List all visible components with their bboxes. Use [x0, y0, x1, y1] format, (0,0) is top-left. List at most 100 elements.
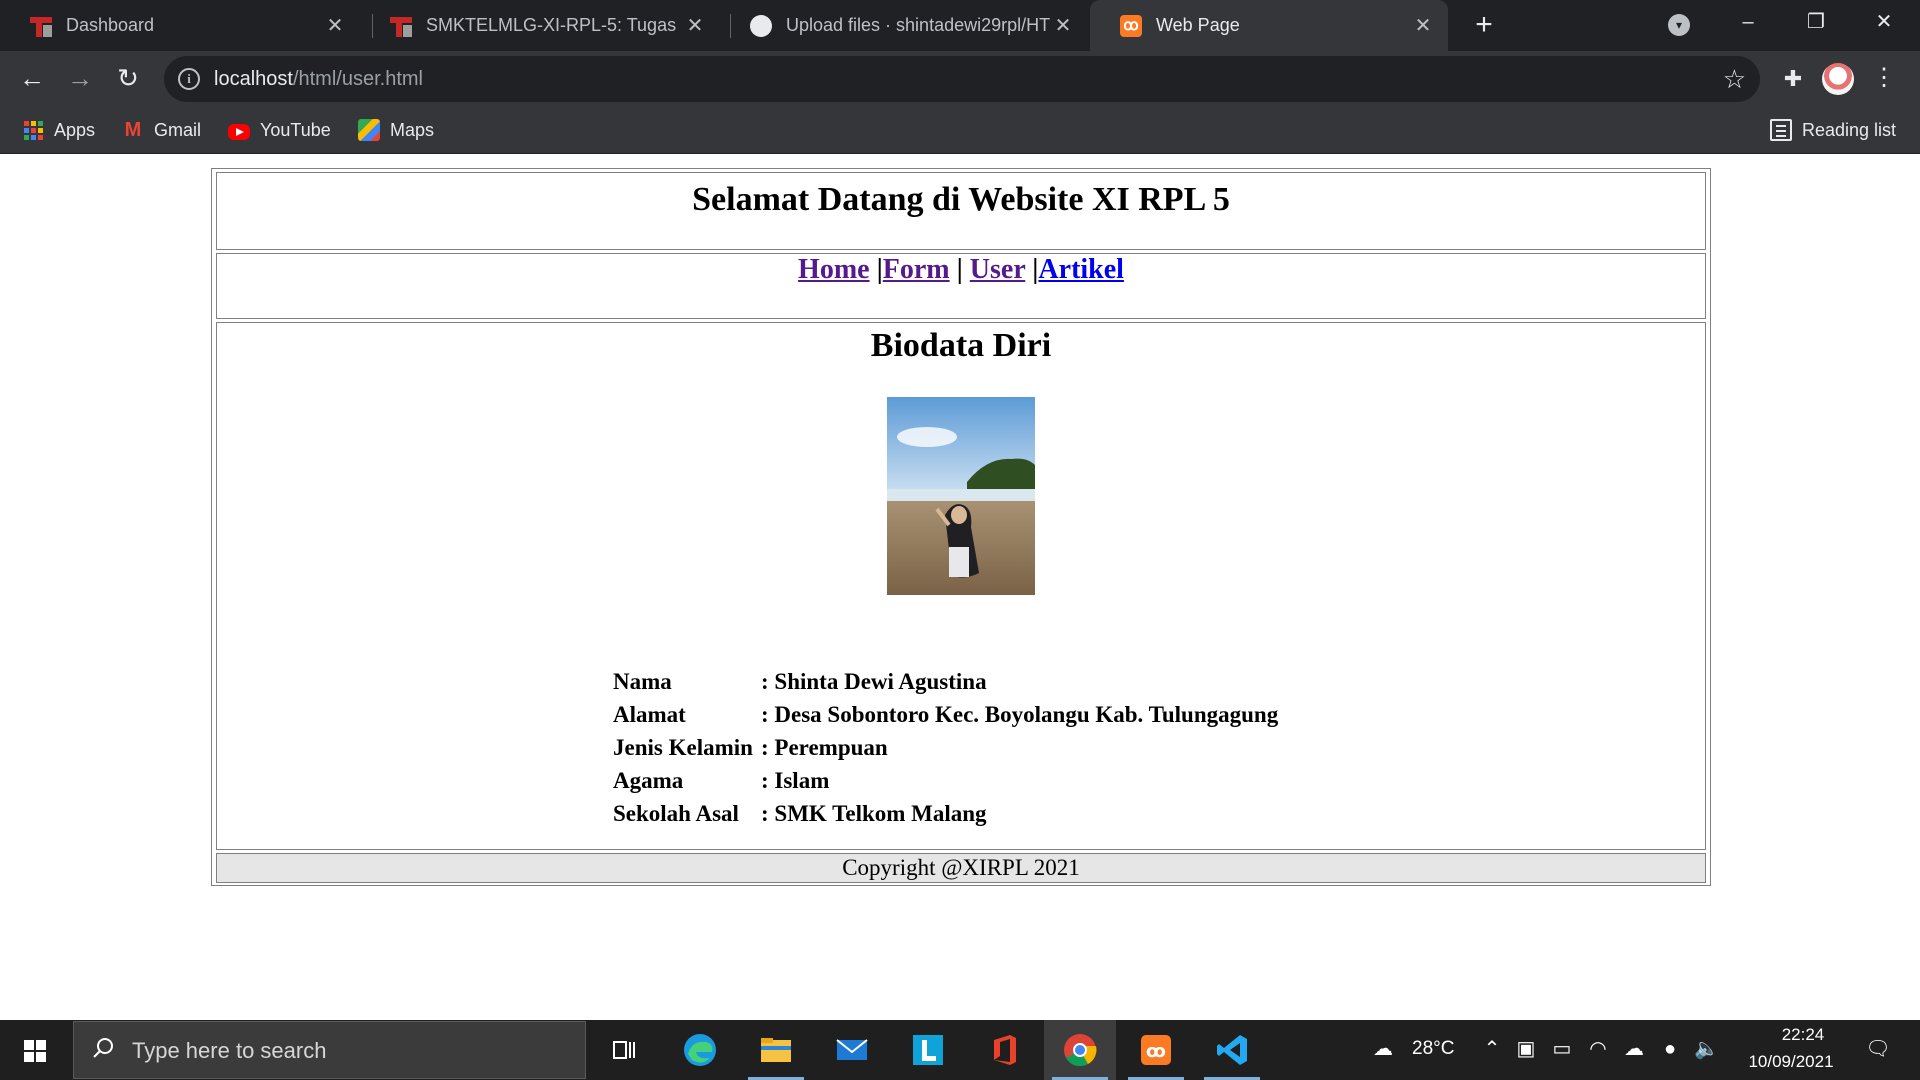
close-tab-icon[interactable]: ✕ [682, 13, 708, 38]
nav-separator: | [956, 254, 963, 285]
taskbar-file-explorer[interactable] [740, 1020, 812, 1080]
bookmark-label: Apps [54, 119, 96, 140]
bookmark-gmail[interactable]: M Gmail [122, 107, 201, 153]
web-page-viewport: Selamat Datang di Website XI RPL 5 Home … [0, 154, 1920, 1020]
section-title: Biodata Diri [870, 327, 1052, 364]
bookmark-maps[interactable]: Maps [358, 107, 434, 153]
taskbar-chrome[interactable] [1044, 1020, 1116, 1080]
url-text[interactable]: localhost/html/user.html [214, 56, 423, 102]
xampp-icon: ꝏ [1120, 14, 1142, 37]
back-arrow-icon[interactable]: ← [12, 59, 52, 99]
close-window-button[interactable]: ✕ [1854, 0, 1914, 44]
bookmark-label: Maps [390, 119, 435, 140]
bio-value: : Desa Sobontoro Kec. Boyolangu Kab. Tul… [761, 701, 1279, 727]
reload-icon[interactable]: ↻ [108, 59, 148, 99]
tab-search-icon[interactable]: ▾ [1668, 14, 1690, 36]
close-tab-icon[interactable]: ✕ [322, 13, 348, 38]
taskbar-xampp[interactable]: ꝏ [1120, 1020, 1192, 1080]
new-tab-button[interactable]: + [1466, 8, 1502, 44]
battery-icon[interactable]: ▭ [1550, 1036, 1574, 1062]
clock-date[interactable]: 10/09/2021 [1736, 1052, 1846, 1072]
tab-github-upload[interactable]: Upload files · shintadewi29rpl/HTML ✕ [720, 0, 1088, 51]
search-placeholder: Type here to search [132, 1038, 327, 1063]
file-explorer-icon [761, 1038, 791, 1062]
l-app-icon [913, 1035, 943, 1065]
task-view-icon [613, 1041, 635, 1059]
weather-cloud-icon[interactable]: ☁ [1366, 1036, 1400, 1062]
restore-button[interactable]: ❐ [1786, 0, 1846, 44]
gmail-icon: M [124, 119, 142, 141]
windows-logo-icon [24, 1040, 46, 1062]
windows-taskbar: Type here to search ꝏ ☁ 28°C ⌃ ▣ ▭ ◠ ☁ ●… [0, 1020, 1920, 1080]
bookmarks-bar: Apps M Gmail YouTube Maps Reading list [0, 107, 1920, 154]
taskbar-l-app[interactable] [892, 1020, 964, 1080]
notifications-icon[interactable]: 🗨 [1860, 1036, 1896, 1062]
mail-icon [836, 1039, 868, 1060]
volume-icon[interactable]: 🔈 [1694, 1036, 1719, 1062]
layout-table: Selamat Datang di Website XI RPL 5 Home … [211, 168, 1711, 886]
bio-row-sekolah-asal: Sekolah Asal : SMK Telkom Malang [613, 797, 1278, 830]
bio-row-alamat: Alamat : Desa Sobontoro Kec. Boyolangu K… [613, 698, 1278, 731]
bookmark-star-icon[interactable]: ☆ [1723, 64, 1746, 94]
taskbar-mail[interactable] [816, 1020, 888, 1080]
meet-now-icon[interactable]: ▣ [1514, 1036, 1538, 1062]
content-cell: Biodata Diri Nama: Shinta Dewi Agustina… [216, 322, 1706, 850]
nav-cell: Home |Form | User |Artikel [216, 253, 1706, 319]
bio-value: : Perempuan [761, 734, 888, 760]
clock-time[interactable]: 22:24 [1760, 1025, 1846, 1045]
close-tab-icon[interactable]: ✕ [1050, 13, 1076, 38]
footer-cell: Copyright @XIRPL 2021 [216, 853, 1706, 883]
address-bar[interactable]: i localhost/html/user.html ☆ [164, 56, 1760, 102]
nav-link-artikel[interactable]: Artikel [1038, 254, 1124, 285]
onedrive-warning-icon[interactable]: ☁ [1622, 1036, 1646, 1062]
tab-title: Upload files · shintadewi29rpl/HTML [786, 15, 1050, 35]
nav-link-home[interactable]: Home [798, 254, 870, 285]
tab-title: Dashboard [66, 15, 155, 35]
show-hidden-icons-chevron-icon[interactable]: ⌃ [1480, 1036, 1504, 1062]
edge-icon [684, 1034, 716, 1066]
reading-list-label: Reading list [1802, 119, 1897, 140]
bookmark-apps[interactable]: Apps [22, 107, 95, 153]
minimize-button[interactable]: – [1718, 0, 1778, 44]
taskbar-office[interactable] [968, 1020, 1040, 1080]
weather-temperature[interactable]: 28°C [1412, 1038, 1454, 1060]
bio-row-agama: Agama : Islam [613, 764, 1278, 797]
bio-value: : Islam [761, 767, 830, 793]
svg-text:ꝏ: ꝏ [1146, 1041, 1166, 1062]
wifi-icon[interactable]: ◠ [1586, 1036, 1610, 1062]
apps-grid-icon [22, 119, 44, 141]
start-button[interactable] [0, 1020, 72, 1080]
close-tab-icon[interactable]: ✕ [1410, 13, 1436, 38]
kebab-menu-icon[interactable]: ⋮ [1872, 61, 1896, 97]
taskbar-edge[interactable] [664, 1020, 736, 1080]
office-icon [994, 1035, 1016, 1065]
microphone-icon[interactable]: ● [1658, 1036, 1682, 1062]
profile-photo [887, 397, 1035, 595]
chrome-icon [1064, 1034, 1097, 1067]
bio-label: Nama [613, 668, 672, 694]
profile-avatar[interactable] [1822, 63, 1854, 95]
site-info-icon[interactable]: i [178, 68, 200, 90]
bookmark-label: Gmail [154, 119, 202, 140]
copyright-text: Copyright @XIRPL 2021 [842, 855, 1080, 880]
bio-value: : SMK Telkom Malang [761, 800, 987, 826]
extensions-puzzle-icon[interactable]: ✚ [1776, 61, 1810, 97]
nav-link-form[interactable]: Form [883, 254, 950, 285]
task-view-button[interactable] [588, 1020, 660, 1080]
bio-row-nama: Nama : Shinta Dewi Agustina [613, 665, 1278, 698]
tab-smktelmlg[interactable]: SMKTELMLG-XI-RPL-5: Tugas Layout ✕ [360, 0, 720, 51]
nav-link-user[interactable]: User [970, 254, 1025, 285]
tab-title: Web Page [1156, 15, 1240, 35]
taskbar-vscode[interactable] [1196, 1020, 1268, 1080]
browser-toolbar: ← → ↻ i localhost/html/user.html ☆ ✚ ⋮ [0, 51, 1920, 107]
tab-web-page[interactable]: ꝏ Web Page ✕ [1090, 0, 1448, 51]
bookmark-youtube[interactable]: YouTube [228, 107, 331, 153]
forward-arrow-icon[interactable]: → [60, 59, 100, 99]
header-cell: Selamat Datang di Website XI RPL 5 [216, 172, 1706, 250]
bio-label: Agama [613, 767, 684, 793]
taskbar-search-box[interactable]: Type here to search [73, 1021, 586, 1079]
tab-dashboard[interactable]: Dashboard ✕ [0, 0, 360, 51]
reading-list-button[interactable]: Reading list [1770, 107, 1896, 153]
bio-label: Sekolah Asal [613, 800, 739, 826]
page-heading: Selamat Datang di Website XI RPL 5 [692, 181, 1230, 218]
